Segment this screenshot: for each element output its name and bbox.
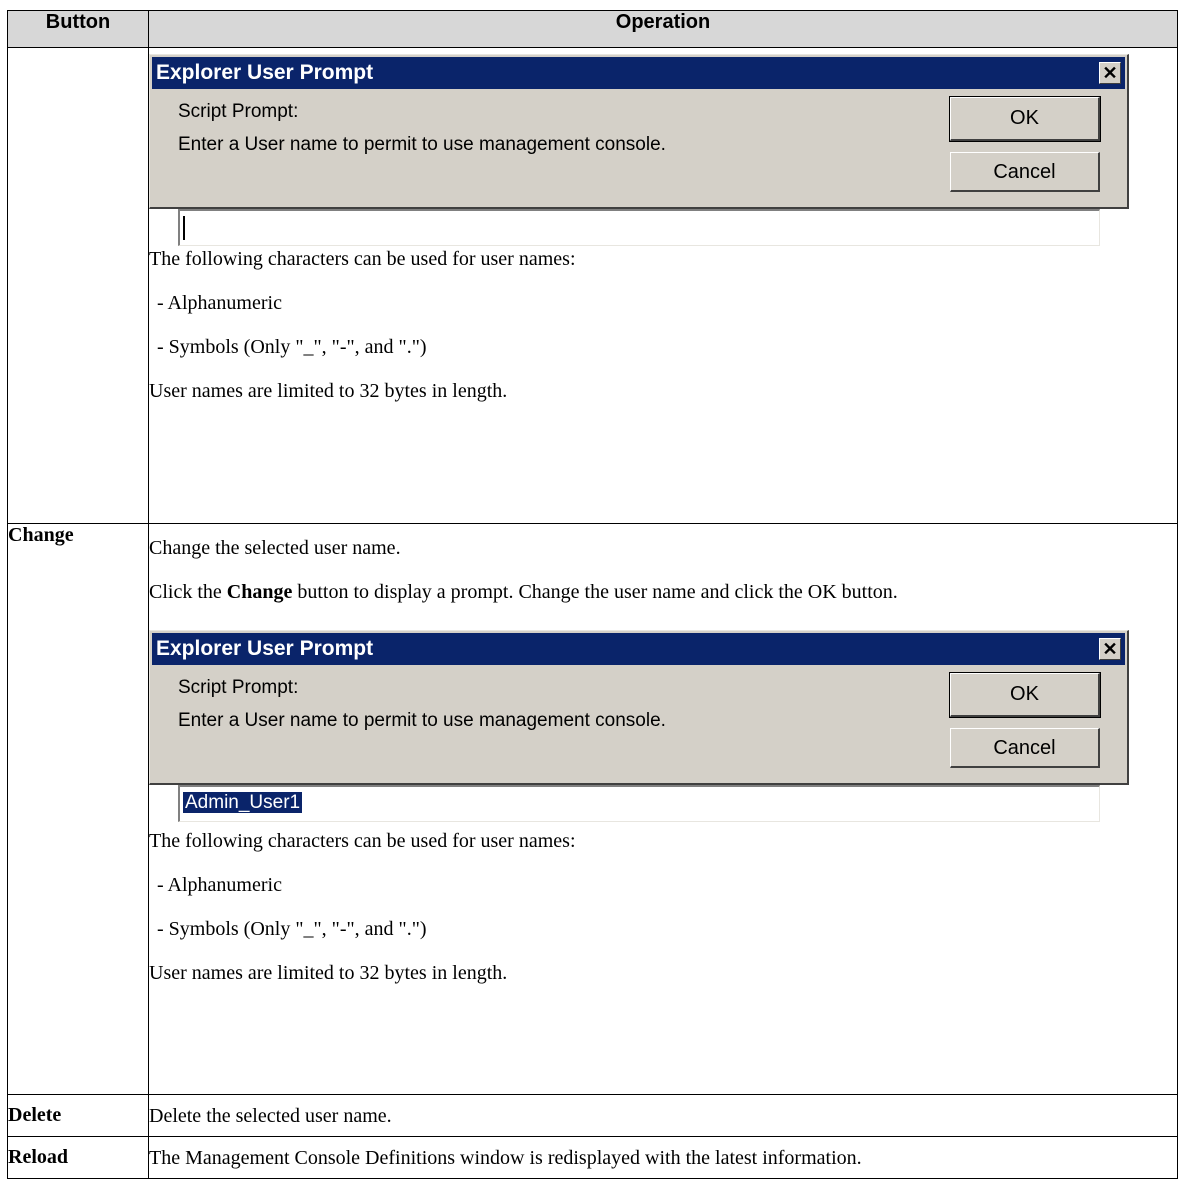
length-limit-note: User names are limited to 32 bytes in le… — [149, 962, 508, 984]
selected-text: Admin_User1 — [183, 792, 303, 813]
dialog-title: Explorer User Prompt — [156, 61, 374, 84]
button-cell-empty — [7, 47, 149, 524]
button-cell-delete: Delete — [7, 1094, 149, 1137]
table-row-delete: Delete Delete the selected user name. — [7, 1094, 1178, 1137]
dialog-title-bar: Explorer User Prompt ✕ — [152, 57, 1125, 89]
list-item-symbols: - Symbols (Only "_", "-", and ".") — [157, 336, 427, 358]
button-cell-change: Change — [7, 523, 149, 1095]
table-row-change: Change Change the selected user name. Cl… — [7, 523, 1178, 1095]
button-cell-reload: Reload — [7, 1136, 149, 1179]
chars-intro: The following characters can be used for… — [149, 248, 576, 270]
table-row-reload: Reload The Management Console Definition… — [7, 1136, 1178, 1179]
dialog-title: Explorer User Prompt — [156, 637, 374, 660]
header-button: Button — [7, 10, 149, 48]
operation-cell-delete: Delete the selected user name. — [148, 1094, 1178, 1137]
list-item-symbols: - Symbols (Only "_", "-", and ".") — [157, 918, 427, 940]
prompt-message: Enter a User name to permit to use manag… — [178, 710, 666, 731]
change-instructions: Click the Change button to display a pro… — [149, 581, 898, 603]
chars-intro: The following characters can be used for… — [149, 830, 576, 852]
user-name-input[interactable] — [178, 209, 1100, 246]
header-operation: Operation — [148, 10, 1178, 48]
close-icon[interactable]: ✕ — [1099, 62, 1121, 84]
dialog-title-bar: Explorer User Prompt ✕ — [152, 633, 1125, 665]
operations-table: Button Operation Explorer User Prompt ✕ … — [7, 10, 1178, 1179]
operation-cell-add: Explorer User Prompt ✕ Script Prompt: En… — [148, 47, 1178, 524]
list-item-alphanumeric: - Alphanumeric — [157, 874, 282, 896]
delete-description: Delete the selected user name. — [149, 1105, 392, 1127]
change-prompt-dialog: Explorer User Prompt ✕ Script Prompt: En… — [149, 630, 1129, 822]
script-prompt-label: Script Prompt: — [178, 101, 299, 122]
list-item-alphanumeric: - Alphanumeric — [157, 292, 282, 314]
cancel-button[interactable]: Cancel — [950, 728, 1100, 768]
text-caret — [183, 216, 185, 240]
cancel-button[interactable]: Cancel — [950, 152, 1100, 192]
script-prompt-label: Script Prompt: — [178, 677, 299, 698]
close-icon[interactable]: ✕ — [1099, 638, 1121, 660]
table-row-add: Explorer User Prompt ✕ Script Prompt: En… — [7, 47, 1178, 524]
change-description: Change the selected user name. — [149, 537, 401, 559]
user-name-input[interactable]: Admin_User1 — [178, 785, 1100, 822]
ok-button[interactable]: OK — [949, 96, 1101, 142]
table-header-row: Button Operation — [7, 10, 1178, 48]
prompt-message: Enter a User name to permit to use manag… — [178, 134, 666, 155]
ok-button[interactable]: OK — [949, 672, 1101, 718]
operation-cell-reload: The Management Console Definitions windo… — [148, 1136, 1178, 1179]
length-limit-note: User names are limited to 32 bytes in le… — [149, 380, 508, 402]
prompt-dialog: Explorer User Prompt ✕ Script Prompt: En… — [149, 54, 1129, 246]
reload-description: The Management Console Definitions windo… — [149, 1147, 862, 1169]
operation-cell-change: Change the selected user name. Click the… — [148, 523, 1178, 1095]
